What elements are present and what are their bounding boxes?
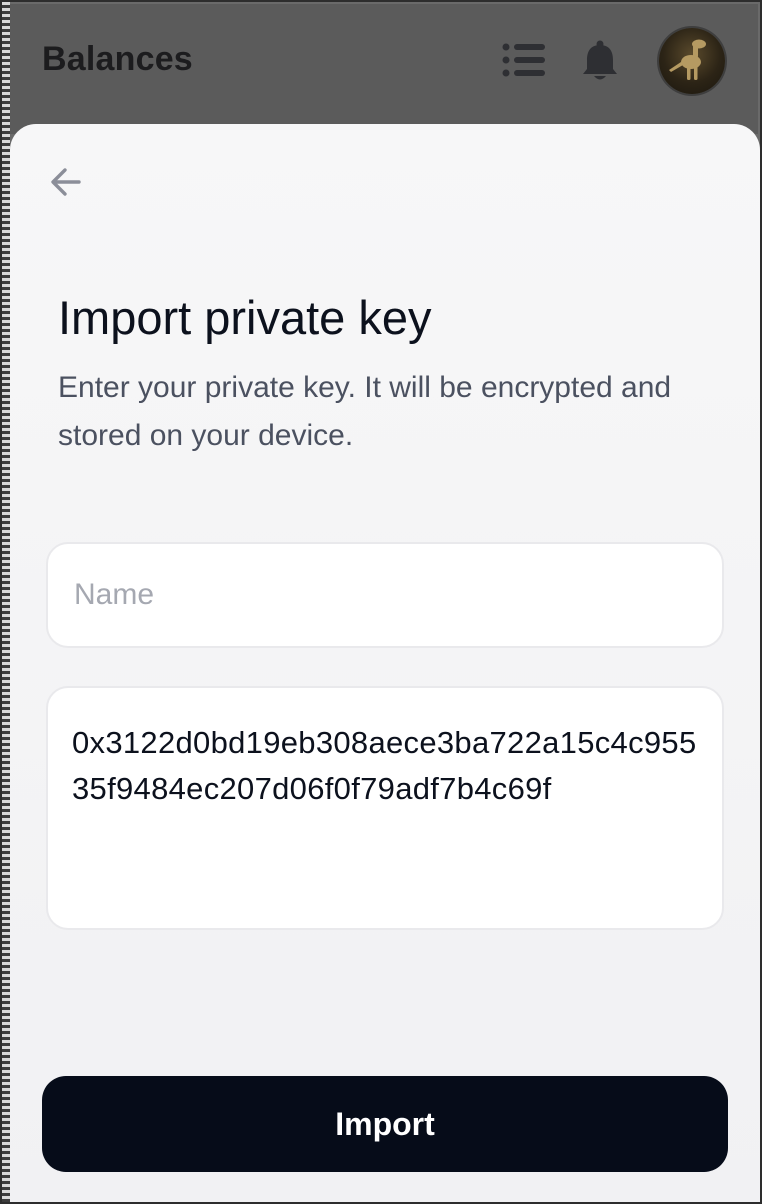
avatar[interactable] — [659, 28, 725, 94]
dinosaur-icon — [669, 39, 706, 80]
arrow-left-icon — [51, 168, 81, 196]
name-field[interactable] — [46, 542, 724, 648]
app-header: Balances — [10, 4, 758, 134]
private-key-field[interactable]: 0x3122d0bd19eb308aece3ba722a15c4c95535f9… — [46, 686, 724, 930]
bell-icon[interactable] — [580, 40, 620, 82]
page-heading: Import private key — [58, 291, 432, 344]
resize-handle[interactable] — [2, 2, 10, 1202]
list-icon[interactable] — [502, 42, 546, 78]
back-button[interactable] — [44, 160, 88, 204]
page-title: Balances — [42, 40, 193, 78]
private-key-value[interactable]: 0x3122d0bd19eb308aece3ba722a15c4c95535f9… — [72, 720, 698, 812]
name-input[interactable] — [72, 577, 698, 613]
page-description: Enter your private key. It will be encry… — [58, 371, 672, 452]
import-key-sheet: Import private key Enter your private ke… — [10, 124, 760, 1202]
app-window: Balances Import private key Enter your p… — [0, 0, 762, 1204]
import-button[interactable]: Import — [42, 1076, 728, 1172]
